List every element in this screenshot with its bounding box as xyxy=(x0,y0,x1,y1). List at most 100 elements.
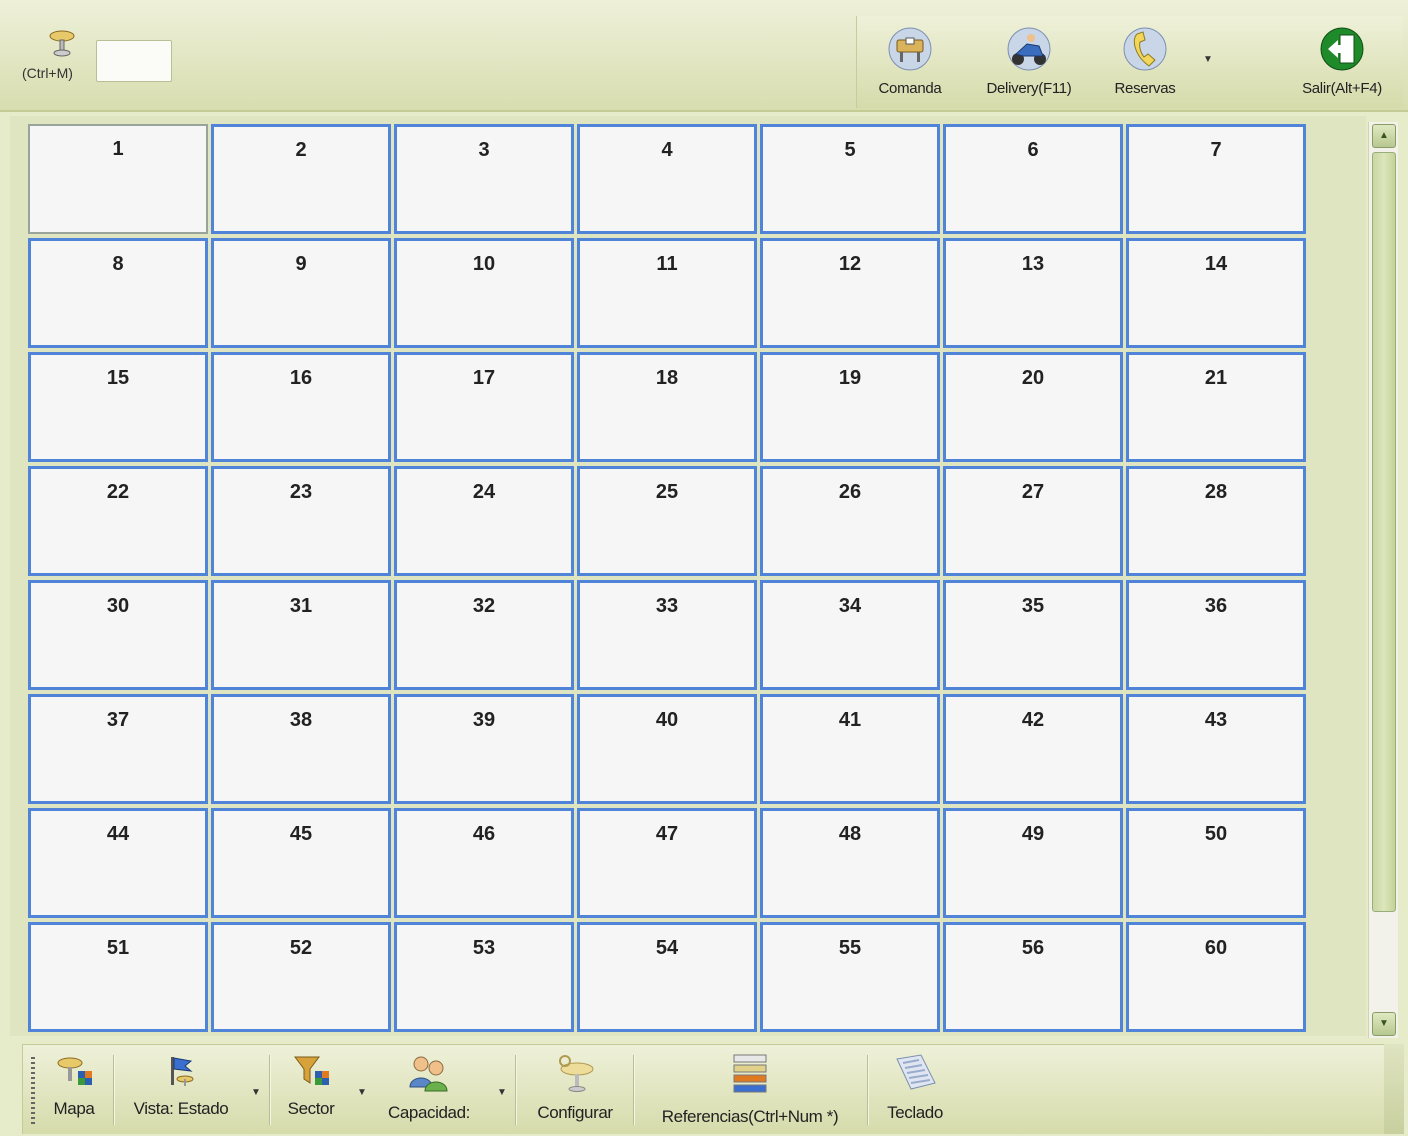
table-cell[interactable]: 9 xyxy=(211,238,391,348)
scroll-thumb[interactable] xyxy=(1372,152,1396,912)
table-cell[interactable]: 34 xyxy=(760,580,940,690)
table-cell[interactable]: 33 xyxy=(577,580,757,690)
table-number: 19 xyxy=(838,367,862,389)
flag-icon xyxy=(171,1057,194,1086)
table-cell[interactable]: 7 xyxy=(1126,124,1306,234)
table-cell[interactable]: 17 xyxy=(394,352,574,462)
table-cell[interactable]: 32 xyxy=(394,580,574,690)
mapa-button[interactable]: Mapa xyxy=(45,1053,103,1119)
table-cell[interactable]: 19 xyxy=(760,352,940,462)
comanda-button[interactable]: Comanda xyxy=(869,26,951,97)
right-toolbar: Comanda Delivery(F11) Reservas ▼ Salir(A… xyxy=(856,16,1403,108)
delivery-button[interactable]: Delivery(F11) xyxy=(969,26,1089,97)
vista-estado-label: Vista: Estado xyxy=(133,1099,229,1118)
scroll-up-button[interactable]: ▲ xyxy=(1372,124,1396,148)
table-number: 10 xyxy=(472,253,496,275)
table-cell[interactable]: 37 xyxy=(28,694,208,804)
table-cell[interactable]: 44 xyxy=(28,808,208,918)
table-cell[interactable]: 1 xyxy=(28,124,208,234)
table-cell[interactable]: 16 xyxy=(211,352,391,462)
scroll-down-button[interactable]: ▼ xyxy=(1372,1012,1396,1036)
table-cell[interactable]: 14 xyxy=(1126,238,1306,348)
phone-icon xyxy=(1123,27,1167,71)
table-number: 20 xyxy=(1021,367,1045,389)
table-cell[interactable]: 15 xyxy=(28,352,208,462)
table-number: 17 xyxy=(472,367,496,389)
table-number: 40 xyxy=(655,709,679,731)
table-cell[interactable]: 52 xyxy=(211,922,391,1032)
table-cell[interactable]: 49 xyxy=(943,808,1123,918)
toolbar-overflow-handle[interactable] xyxy=(1384,1044,1404,1134)
table-cell[interactable]: 13 xyxy=(943,238,1123,348)
table-cell[interactable]: 26 xyxy=(760,466,940,576)
table-cell[interactable]: 8 xyxy=(28,238,208,348)
referencias-label: Referencias(Ctrl+Num *) xyxy=(661,1107,839,1126)
table-cell[interactable]: 38 xyxy=(211,694,391,804)
configurar-button[interactable]: Configurar xyxy=(525,1053,625,1123)
vertical-scrollbar[interactable]: ▲ ▼ xyxy=(1368,122,1398,1038)
salir-button[interactable]: Salir(Alt+F4) xyxy=(1287,26,1397,97)
table-cell[interactable]: 51 xyxy=(28,922,208,1032)
table-cell[interactable]: 42 xyxy=(943,694,1123,804)
sector-dropdown-arrow[interactable]: ▼ xyxy=(357,1087,367,1098)
table-cell[interactable]: 50 xyxy=(1126,808,1306,918)
table-cell[interactable]: 25 xyxy=(577,466,757,576)
capacidad-dropdown-arrow[interactable]: ▼ xyxy=(497,1087,507,1098)
open-table-button[interactable]: (Ctrl+M) xyxy=(22,28,92,92)
table-number: 25 xyxy=(655,481,679,503)
salir-label: Salir(Alt+F4) xyxy=(1302,80,1382,97)
table-cell[interactable]: 10 xyxy=(394,238,574,348)
capacidad-button[interactable]: Capacidad: xyxy=(379,1053,479,1123)
reservas-button[interactable]: Reservas xyxy=(1103,26,1187,97)
table-cell[interactable]: 36 xyxy=(1126,580,1306,690)
table-cell[interactable]: 24 xyxy=(394,466,574,576)
table-cell[interactable]: 43 xyxy=(1126,694,1306,804)
table-cell[interactable]: 45 xyxy=(211,808,391,918)
table-cell[interactable]: 12 xyxy=(760,238,940,348)
table-number: 2 xyxy=(295,139,307,161)
table-cell[interactable]: 11 xyxy=(577,238,757,348)
sector-button[interactable]: Sector xyxy=(279,1053,343,1119)
table-number: 47 xyxy=(655,823,679,845)
table-cell[interactable]: 31 xyxy=(211,580,391,690)
table-number: 26 xyxy=(838,481,862,503)
table-cell[interactable]: 35 xyxy=(943,580,1123,690)
table-cell[interactable]: 18 xyxy=(577,352,757,462)
table-cell[interactable]: 27 xyxy=(943,466,1123,576)
table-cell[interactable]: 55 xyxy=(760,922,940,1032)
vista-estado-button[interactable]: Vista: Estado xyxy=(123,1053,239,1119)
table-cell[interactable]: 41 xyxy=(760,694,940,804)
table-cell[interactable]: 47 xyxy=(577,808,757,918)
table-cell[interactable]: 3 xyxy=(394,124,574,234)
vista-dropdown-arrow[interactable]: ▼ xyxy=(251,1087,261,1098)
table-cell[interactable]: 5 xyxy=(760,124,940,234)
reservas-dropdown-arrow[interactable]: ▼ xyxy=(1203,54,1213,65)
toolbar-grip[interactable] xyxy=(31,1057,35,1125)
table-cell[interactable]: 20 xyxy=(943,352,1123,462)
table-number-input[interactable] xyxy=(96,40,172,82)
table-cell[interactable]: 30 xyxy=(28,580,208,690)
table-cell[interactable]: 21 xyxy=(1126,352,1306,462)
table-cell[interactable]: 56 xyxy=(943,922,1123,1032)
teclado-button[interactable]: Teclado xyxy=(877,1053,953,1123)
table-cell[interactable]: 53 xyxy=(394,922,574,1032)
table-cell[interactable]: 28 xyxy=(1126,466,1306,576)
table-cell[interactable]: 40 xyxy=(577,694,757,804)
exit-door-icon xyxy=(1320,27,1364,71)
table-cell[interactable]: 22 xyxy=(28,466,208,576)
table-cell[interactable]: 4 xyxy=(577,124,757,234)
table-number: 44 xyxy=(106,823,130,845)
table-cell[interactable]: 48 xyxy=(760,808,940,918)
referencias-button[interactable]: Referencias(Ctrl+Num *) xyxy=(643,1053,857,1127)
table-cell[interactable]: 60 xyxy=(1126,922,1306,1032)
table-cell[interactable]: 2 xyxy=(211,124,391,234)
filter-funnel-icon xyxy=(294,1056,329,1085)
toolbar-separator xyxy=(515,1055,517,1125)
table-cell[interactable]: 23 xyxy=(211,466,391,576)
table-cell[interactable]: 6 xyxy=(943,124,1123,234)
table-cell[interactable]: 39 xyxy=(394,694,574,804)
table-cell[interactable]: 46 xyxy=(394,808,574,918)
table-number: 45 xyxy=(289,823,313,845)
table-cell[interactable]: 54 xyxy=(577,922,757,1032)
bottom-toolbar: Mapa Vista: Estado ▼ Sector ▼ Capacidad:… xyxy=(22,1044,1384,1134)
